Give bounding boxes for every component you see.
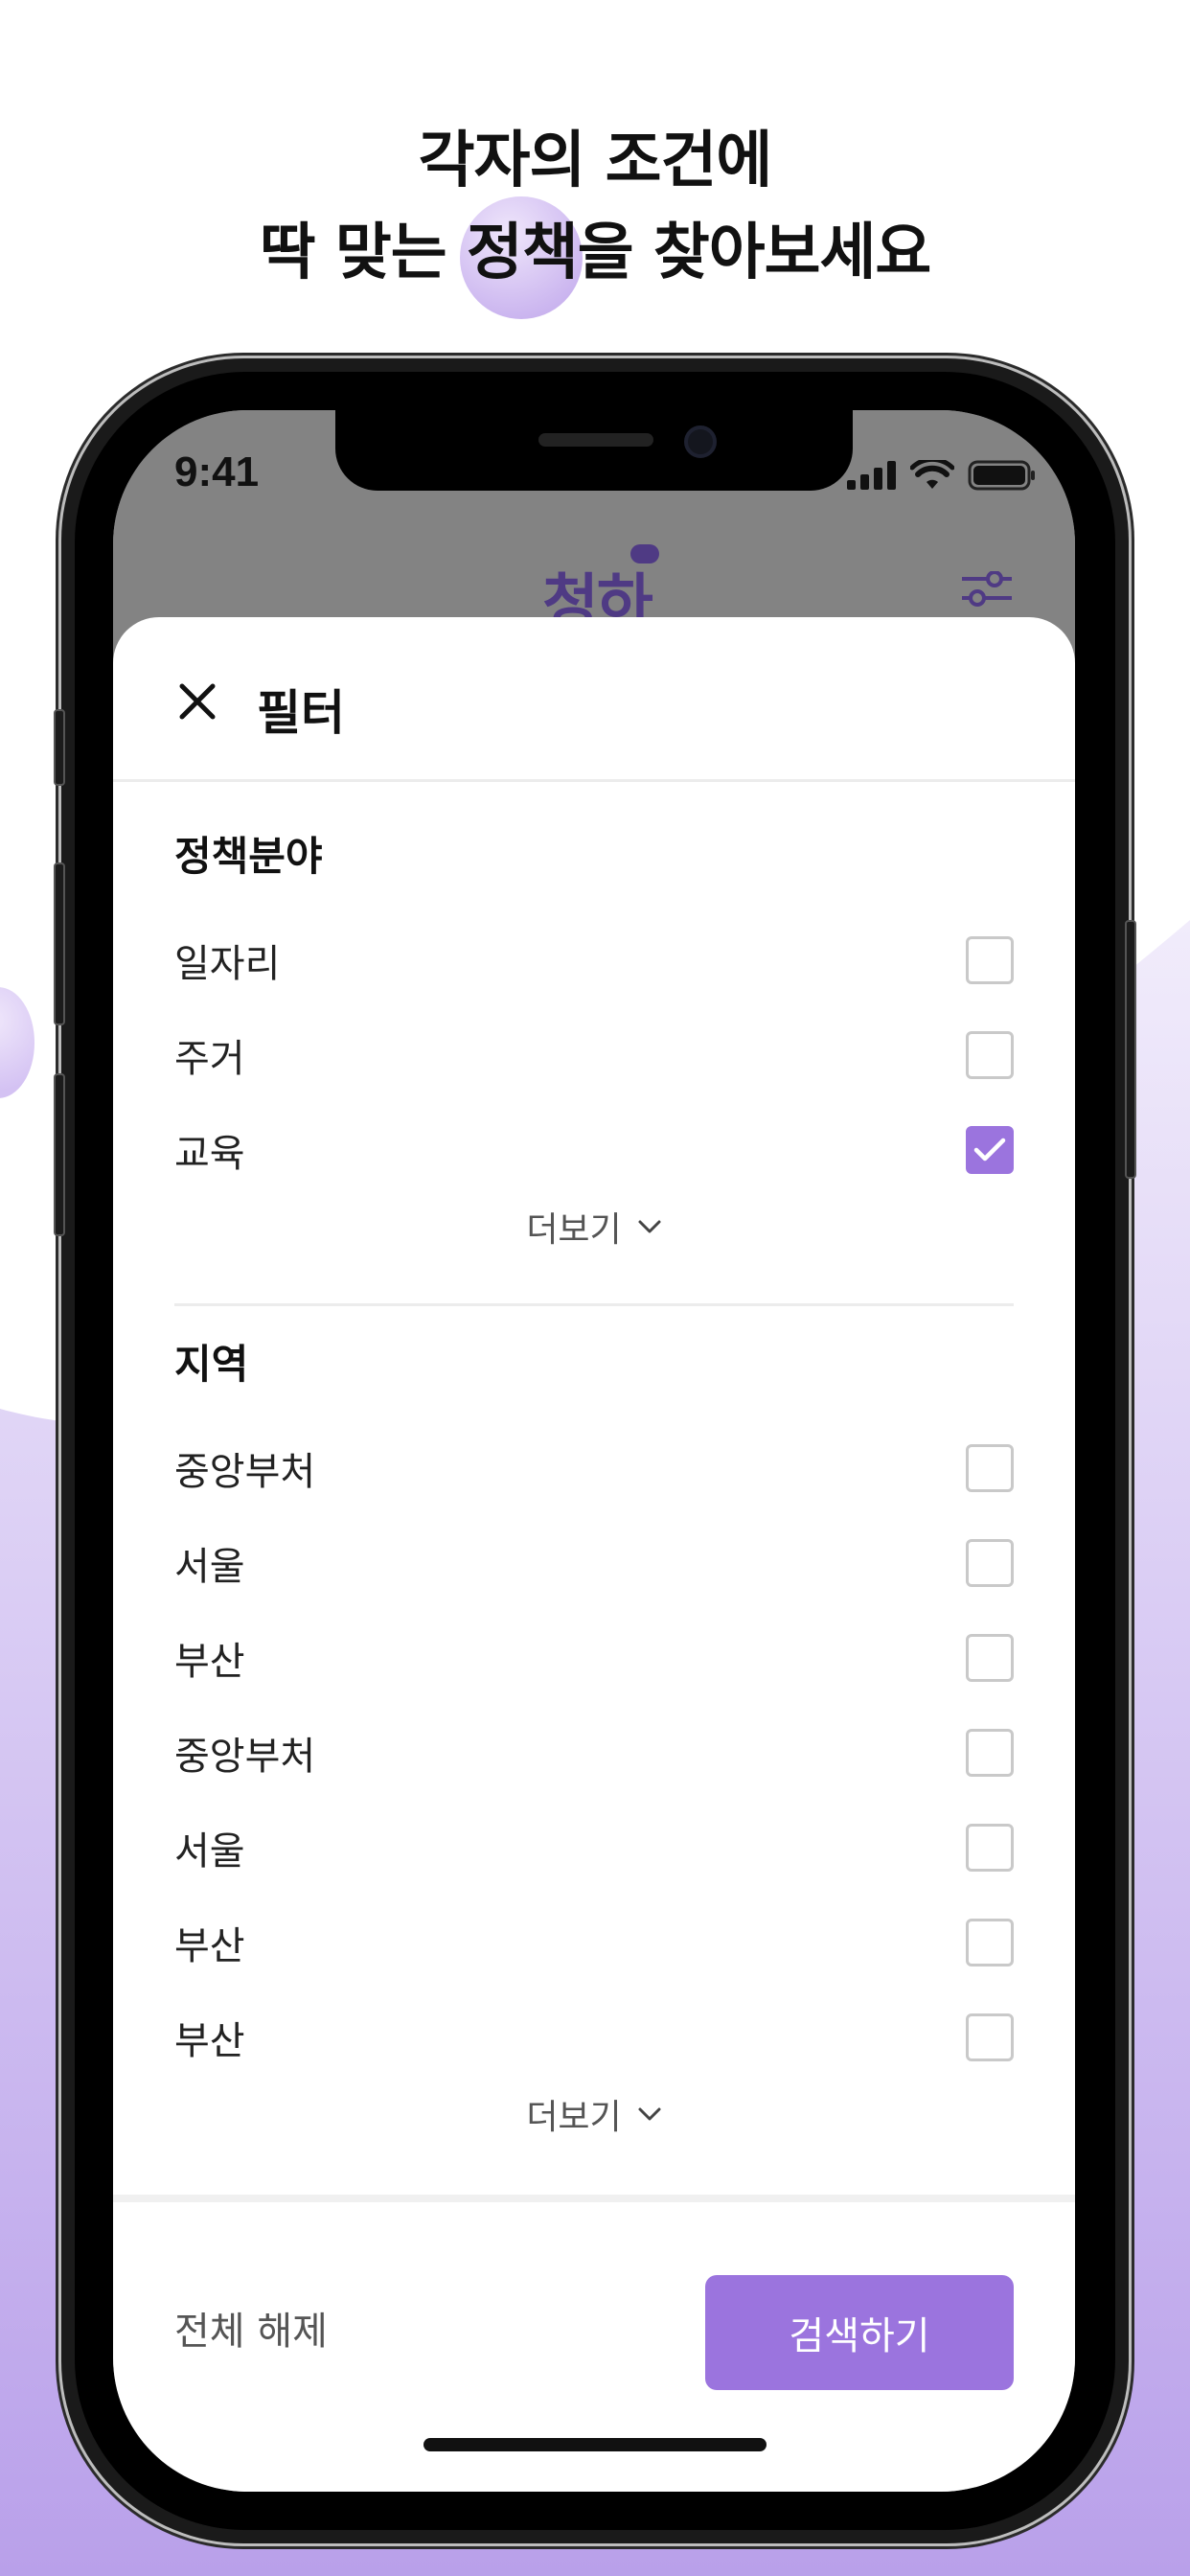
filter-option-region[interactable]: 부산: [174, 1620, 1014, 1696]
chevron-down-icon: [638, 1220, 661, 1233]
filter-option-education[interactable]: 교육: [174, 1112, 1014, 1188]
filter-option-jobs[interactable]: 일자리: [174, 922, 1014, 999]
checkbox[interactable]: [966, 1444, 1014, 1492]
sheet-title: 필터: [257, 685, 345, 741]
checkbox[interactable]: [966, 1634, 1014, 1682]
more-button-policy-field[interactable]: 더보기: [113, 1202, 1075, 1252]
checkbox-checked[interactable]: [966, 1126, 1014, 1174]
filter-option-region[interactable]: 서울: [174, 1525, 1014, 1601]
filter-settings-icon[interactable]: [960, 571, 1014, 621]
section-title-region: 지역: [174, 1341, 249, 1388]
more-button-region[interactable]: 더보기: [113, 2089, 1075, 2139]
checkmark-icon: [973, 1138, 1006, 1162]
speaker-grille: [538, 433, 653, 447]
power-button: [1125, 920, 1136, 1179]
search-button[interactable]: 검색하기: [705, 2275, 1014, 2390]
logo-cloud-icon: [630, 544, 659, 564]
option-label: 교육: [174, 1132, 245, 1176]
status-time: 9:41: [174, 448, 260, 495]
chevron-down-icon: [638, 2107, 661, 2121]
option-label: 부산: [174, 2019, 245, 2063]
signal-icon: [847, 461, 896, 490]
promo-headline: 각자의 조건에 딱 맞는 정책을 찾아보세요: [0, 115, 1190, 299]
status-icons: [847, 460, 1037, 491]
option-label: 부산: [174, 1924, 245, 1968]
option-label: 서울: [174, 1545, 245, 1589]
sheet-header: 필터: [113, 617, 1075, 782]
reset-all-button[interactable]: 전체 해제: [174, 2300, 328, 2356]
filter-option-region[interactable]: 중앙부처: [174, 1714, 1014, 1791]
battery-icon: [968, 460, 1035, 491]
front-camera: [684, 426, 717, 458]
filter-option-region[interactable]: 중앙부처: [174, 1430, 1014, 1506]
close-icon: [179, 683, 216, 720]
checkbox[interactable]: [966, 1729, 1014, 1777]
volume-up-button: [54, 862, 65, 1025]
headline-line-2: 딱 맞는 정책을 찾아보세요: [259, 218, 932, 288]
close-button[interactable]: [171, 675, 224, 728]
silent-switch: [54, 709, 65, 786]
filter-option-region[interactable]: 서울: [174, 1809, 1014, 1886]
section-divider: [174, 1303, 1014, 1306]
option-label: 부산: [174, 1640, 245, 1684]
filter-option-region[interactable]: 부산: [174, 1904, 1014, 1981]
option-label: 일자리: [174, 942, 281, 986]
checkbox[interactable]: [966, 2013, 1014, 2061]
headline-line-1: 각자의 조건에: [418, 126, 773, 196]
option-label: 주거: [174, 1037, 245, 1081]
wifi-icon: [910, 460, 954, 489]
notch: [335, 410, 853, 491]
option-label: 중앙부처: [174, 1735, 316, 1779]
filter-option-region[interactable]: 부산: [174, 1999, 1014, 2076]
checkbox[interactable]: [966, 1031, 1014, 1079]
volume-down-button: [54, 1073, 65, 1236]
more-label: 더보기: [526, 2098, 622, 2137]
filter-option-housing[interactable]: 주거: [174, 1017, 1014, 1093]
more-label: 더보기: [526, 1210, 622, 1250]
filter-sheet: 필터 정책분야 일자리 주거 교육 더보기 지역 중앙부처 서울 부산 중앙부처…: [113, 617, 1075, 2492]
section-title-policy-field: 정책분야: [174, 833, 323, 880]
checkbox[interactable]: [966, 1824, 1014, 1872]
footer-divider: [113, 2195, 1075, 2202]
checkbox[interactable]: [966, 936, 1014, 984]
phone-screen: 9:41 청하 필터 정책분야 일자리 주거 교육 더보기 지역 중앙부처 서울…: [113, 410, 1075, 2492]
option-label: 중앙부처: [174, 1450, 316, 1494]
home-indicator: [423, 2438, 767, 2451]
option-label: 서울: [174, 1829, 245, 1874]
checkbox[interactable]: [966, 1919, 1014, 1966]
checkbox[interactable]: [966, 1539, 1014, 1587]
